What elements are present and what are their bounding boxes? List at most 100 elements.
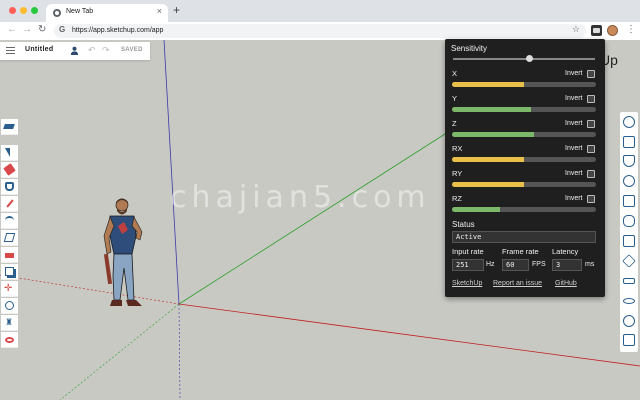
- sketchup-link[interactable]: SketchUp: [452, 280, 482, 287]
- offset-tool-button[interactable]: [1, 264, 18, 280]
- invert-checkbox-z[interactable]: [587, 120, 595, 128]
- report-issue-link[interactable]: Report an issue: [493, 280, 542, 287]
- rectangle-tool-button[interactable]: [1, 230, 18, 246]
- solid-tools-icon[interactable]: [622, 254, 636, 268]
- chrome-favicon-icon: [53, 9, 61, 17]
- move-icon: ✛: [4, 283, 13, 294]
- axis-meter-ry: [452, 182, 596, 187]
- reload-button[interactable]: ↻: [38, 24, 46, 35]
- axis-meter-z: [452, 132, 596, 137]
- arc-tool-button[interactable]: [1, 213, 18, 229]
- sensitivity-label: Sensitivity: [451, 44, 488, 53]
- frame-rate-label: Frame rate: [502, 247, 539, 256]
- left-toolbar: ✛ ♜: [1, 145, 18, 355]
- document-title[interactable]: Untitled: [25, 46, 53, 53]
- invert-label-z: Invert: [565, 120, 583, 127]
- hamburger-menu-icon[interactable]: [6, 47, 15, 54]
- url-text[interactable]: https://app.sketchup.com/app: [72, 27, 163, 34]
- display-icon[interactable]: [623, 298, 635, 304]
- materials-icon[interactable]: [623, 155, 635, 167]
- components-icon[interactable]: [623, 136, 635, 148]
- move-tool-button[interactable]: ✛: [1, 281, 18, 297]
- green-axis-line: [178, 133, 446, 305]
- bookmark-star-icon[interactable]: ☆: [572, 24, 580, 35]
- status-label: Status: [452, 220, 475, 229]
- pencil-icon: [6, 199, 14, 208]
- invert-label-rx: Invert: [565, 145, 583, 152]
- profile-avatar[interactable]: [607, 25, 618, 36]
- zoom-window-button[interactable]: [31, 7, 38, 14]
- frame-rate-unit: FPS: [532, 261, 546, 268]
- latency-field: 3: [552, 259, 582, 271]
- invert-checkbox-ry[interactable]: [587, 170, 595, 178]
- github-link[interactable]: GitHub: [555, 280, 577, 287]
- browser-tab-bar: New Tab × +: [0, 0, 640, 22]
- scale-figure-person[interactable]: [100, 196, 162, 314]
- invert-checkbox-x[interactable]: [587, 70, 595, 78]
- axis-label-z: Z: [452, 119, 457, 128]
- axis-label-ry: RY: [452, 169, 463, 178]
- latency-label: Latency: [552, 247, 579, 256]
- select-icon: [5, 148, 10, 157]
- layers-icon[interactable]: [623, 195, 635, 207]
- red-axis-line: [178, 303, 640, 367]
- orbit-icon: [5, 337, 14, 343]
- axis-meter-fill: [452, 182, 524, 187]
- right-panel-toolbar: [620, 112, 638, 352]
- axis-meter-fill: [452, 132, 535, 137]
- paint-tool-button[interactable]: [1, 179, 18, 195]
- extension-icon[interactable]: [591, 25, 602, 36]
- outliner-icon[interactable]: [623, 215, 635, 227]
- axis-meter-rx: [452, 157, 596, 162]
- paint-bucket-icon: [5, 182, 14, 191]
- user-icon[interactable]: [70, 46, 79, 55]
- minimize-window-button[interactable]: [20, 7, 27, 14]
- invert-label-rz: Invert: [565, 195, 583, 202]
- measurements-icon[interactable]: [623, 278, 635, 284]
- undo-icon[interactable]: ↶: [88, 45, 96, 56]
- axis-meter-fill: [452, 157, 524, 162]
- tab-title: New Tab: [66, 8, 94, 15]
- sensitivity-slider[interactable]: [453, 58, 595, 60]
- select-tool-button[interactable]: [1, 145, 18, 161]
- rectangle-icon: [3, 233, 16, 242]
- walk-tool-button[interactable]: ♜: [1, 315, 18, 331]
- redo-icon[interactable]: ↷: [102, 45, 110, 56]
- invert-checkbox-rz[interactable]: [587, 195, 595, 203]
- pencil-tool-button[interactable]: [1, 196, 18, 212]
- styles-icon[interactable]: [623, 175, 635, 187]
- new-tab-button[interactable]: +: [173, 3, 180, 17]
- eraser-tool-button[interactable]: [1, 162, 18, 178]
- axis-meter-x: [452, 82, 596, 87]
- browser-menu-icon[interactable]: ⋮: [626, 24, 636, 35]
- rotate-tool-button[interactable]: [1, 298, 18, 314]
- blue-axis-line: [163, 40, 180, 305]
- browser-toolbar: ← → ↻ G https://app.sketchup.com/app ☆: [0, 22, 640, 40]
- instructor-panel-icon[interactable]: [623, 315, 635, 327]
- browser-tab[interactable]: New Tab ×: [46, 4, 168, 22]
- axis-label-y: Y: [452, 94, 458, 103]
- orbit-tool-button[interactable]: [1, 332, 18, 348]
- input-rate-field: 251: [452, 259, 484, 271]
- close-window-button[interactable]: [9, 7, 16, 14]
- push-pull-tool-button[interactable]: [1, 247, 18, 263]
- back-button[interactable]: ←: [7, 24, 17, 35]
- forward-button[interactable]: →: [22, 24, 32, 35]
- entity-info-icon[interactable]: [623, 116, 635, 128]
- blue-axis-hidden-line: [178, 303, 181, 400]
- axis-label-rx: RX: [452, 144, 463, 153]
- eraser-icon: [3, 163, 16, 176]
- offset-icon: [5, 267, 14, 276]
- invert-checkbox-rx[interactable]: [587, 145, 595, 153]
- axis-label-rz: RZ: [452, 194, 462, 203]
- tool-instructor-button[interactable]: [1, 119, 18, 135]
- address-bar[interactable]: G https://app.sketchup.com/app ☆: [54, 24, 586, 38]
- arc-icon: [5, 216, 14, 225]
- spacemouse-extension-popup: Sensitivity X Invert Y Invert Z Invert RX Inver…: [445, 39, 605, 297]
- sensitivity-slider-thumb[interactable]: [526, 55, 534, 62]
- rotate-icon: [5, 301, 14, 310]
- scenes-icon[interactable]: [623, 235, 635, 247]
- warehouse-icon[interactable]: [623, 334, 635, 346]
- tab-close-icon[interactable]: ×: [157, 6, 162, 16]
- invert-checkbox-y[interactable]: [587, 95, 595, 103]
